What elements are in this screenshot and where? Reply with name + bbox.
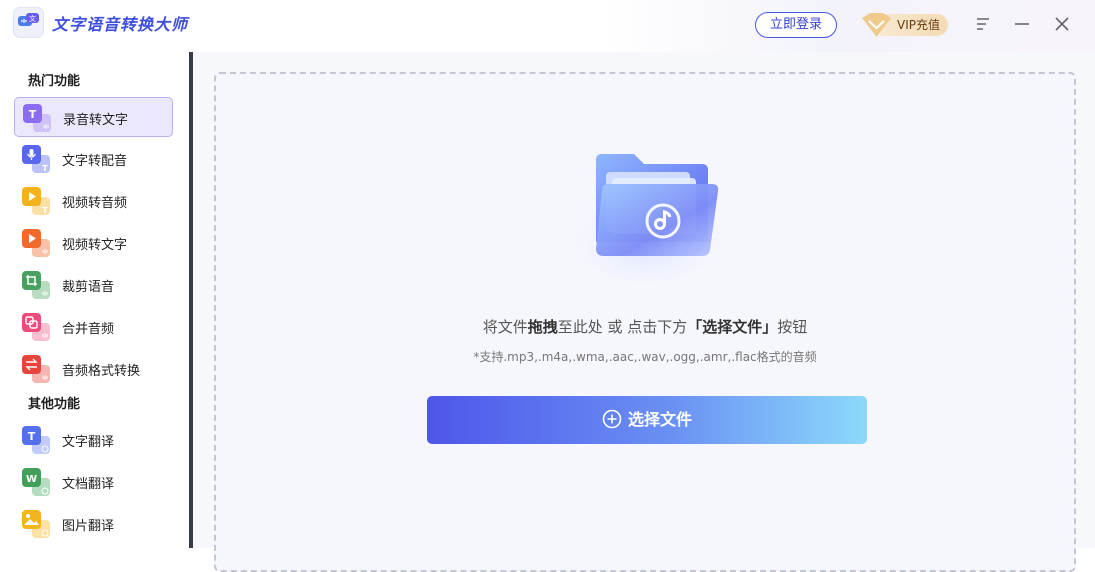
sidebar-item-label: 合并音频 — [62, 322, 115, 337]
close-icon[interactable] — [1051, 13, 1073, 35]
sidebar-item-label: 文字翻译 — [62, 435, 115, 450]
svg-text:W: W — [26, 474, 37, 485]
vip-crown-icon — [862, 13, 891, 37]
main-panel: 将文件拖拽至此处 或 点击下方「选择文件」按钮 *支持.mp3,.m4a,.wm… — [193, 52, 1095, 572]
sidebar-item-label: 录音转文字 — [63, 113, 129, 128]
title-bar: 文 文字语音转换大师 立即登录 VIP充值 — [0, 0, 1095, 52]
text-to-voice-icon: T — [22, 145, 50, 173]
doc-translate-icon: W — [22, 468, 50, 496]
audio-format-convert-icon — [22, 355, 50, 383]
app-logo-icon: 文 — [13, 7, 44, 38]
text-translate-icon: T — [22, 426, 50, 454]
section-title-other: 其他功能 — [28, 397, 81, 412]
sidebar-item-label: 音频格式转换 — [62, 364, 141, 379]
merge-audio-icon — [22, 313, 50, 341]
svg-text:文: 文 — [29, 14, 36, 23]
menu-icon[interactable] — [972, 13, 994, 35]
audio-folder-icon — [572, 154, 722, 282]
sidebar-item-label: 视频转音频 — [62, 196, 128, 211]
plus-circle-icon — [602, 409, 622, 428]
svg-text:T: T — [42, 164, 48, 173]
svg-text:T: T — [42, 206, 48, 215]
sidebar-item-label: 视频转文字 — [62, 238, 128, 253]
video-to-audio-icon: T — [22, 187, 50, 215]
section-title-hot: 热门功能 — [28, 74, 81, 89]
sidebar-item-audio-format-convert[interactable]: 音频格式转换 — [14, 349, 173, 389]
minimize-icon[interactable] — [1011, 13, 1033, 35]
drop-text-emphasis: 「选择文件」 — [687, 318, 778, 336]
sidebar-item-merge-audio[interactable]: 合并音频 — [14, 307, 173, 347]
drop-text-part: 将文件 — [482, 318, 528, 336]
sidebar-item-record-to-text[interactable]: T 录音转文字 — [14, 97, 173, 137]
sidebar-item-text-translate[interactable]: T 文字翻译 — [14, 420, 173, 460]
sidebar-item-video-to-text[interactable]: 视频转文字 — [14, 223, 173, 263]
vip-recharge-button[interactable]: VIP充值 — [860, 12, 950, 38]
sidebar-item-video-to-audio[interactable]: T 视频转音频 — [14, 181, 173, 221]
record-to-text-icon: T — [23, 104, 51, 132]
image-translate-icon — [22, 510, 50, 538]
svg-text:T: T — [29, 108, 37, 121]
crop-audio-icon — [22, 271, 50, 299]
app-title: 文字语音转换大师 — [52, 15, 189, 34]
video-to-text-icon — [22, 229, 50, 257]
sidebar: 热门功能 T 录音转文字 T 文字转配音 T 视频转音频 视频转文字 裁剪语音 … — [0, 52, 189, 548]
drop-text-part: 至此处 或 点击下方 — [557, 318, 688, 336]
supported-formats-text: *支持.mp3,.m4a,.wma,.aac,.wav,.ogg,.amr,.f… — [473, 350, 817, 364]
file-drop-zone[interactable]: 将文件拖拽至此处 或 点击下方「选择文件」按钮 *支持.mp3,.m4a,.wm… — [214, 72, 1076, 572]
sidebar-item-crop-audio[interactable]: 裁剪语音 — [14, 265, 173, 305]
sidebar-item-label: 裁剪语音 — [62, 280, 115, 295]
sidebar-item-doc-translate[interactable]: W 文档翻译 — [14, 462, 173, 502]
select-file-button[interactable]: 选择文件 — [427, 396, 867, 444]
sidebar-item-image-translate[interactable]: 图片翻译 — [14, 504, 173, 544]
sidebar-item-label: 文档翻译 — [62, 477, 115, 492]
drop-text-part: 按钮 — [777, 318, 808, 336]
sidebar-item-label: 文字转配音 — [62, 154, 128, 169]
login-button[interactable]: 立即登录 — [755, 12, 837, 38]
sidebar-item-text-to-voice[interactable]: T 文字转配音 — [14, 139, 173, 179]
select-file-label: 选择文件 — [627, 410, 692, 429]
drop-instruction: 将文件拖拽至此处 或 点击下方「选择文件」按钮 — [216, 316, 1074, 337]
sidebar-item-label: 图片翻译 — [62, 519, 115, 534]
drop-text-emphasis: 拖拽 — [527, 318, 558, 336]
svg-text:T: T — [28, 430, 36, 443]
